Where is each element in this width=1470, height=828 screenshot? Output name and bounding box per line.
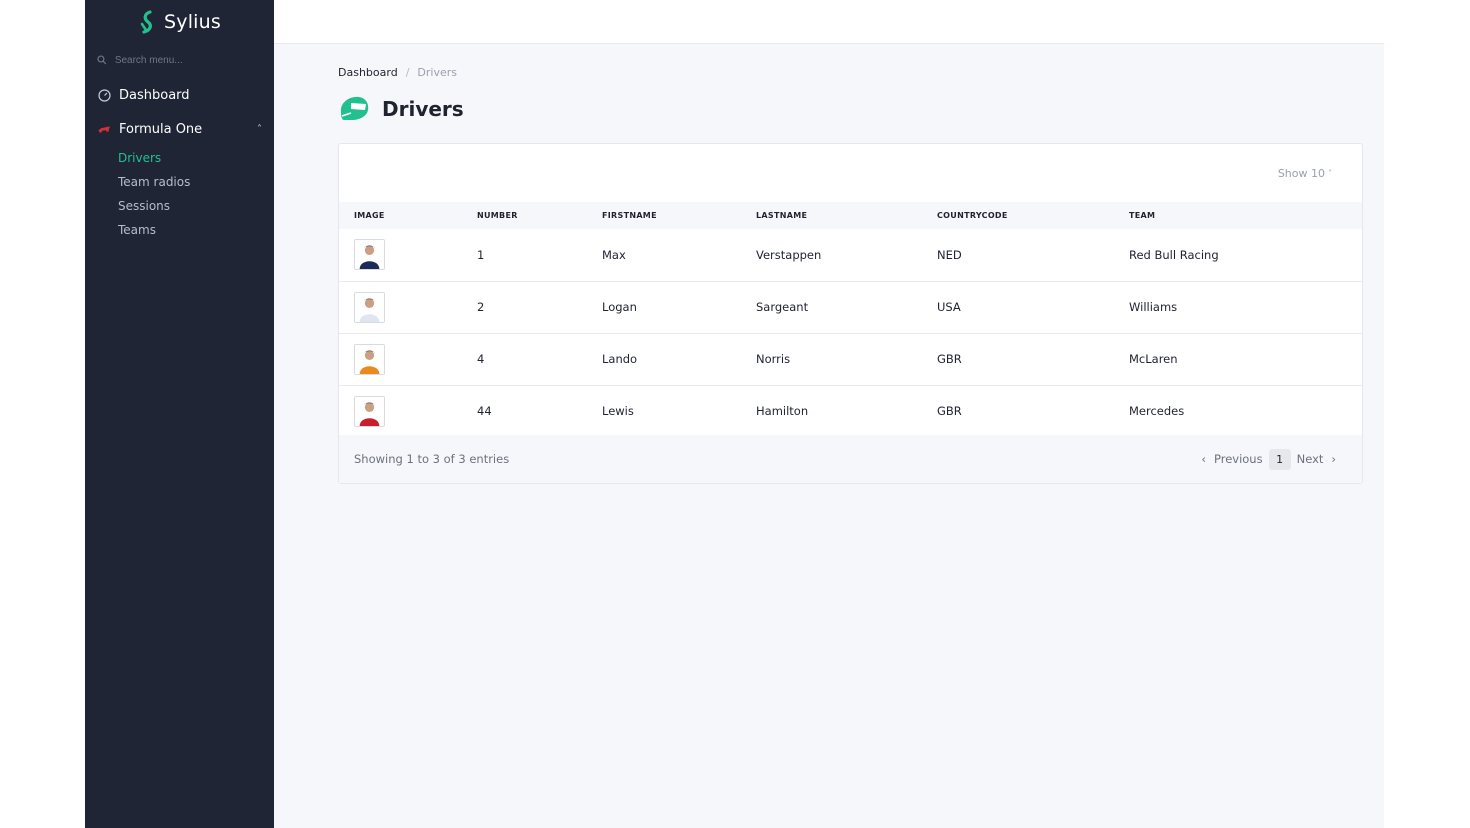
- driver-photo: [354, 239, 385, 271]
- driver-firstname: Max: [602, 247, 626, 262]
- column-header-lastname[interactable]: LASTNAME: [741, 202, 922, 229]
- chevron-right-icon[interactable]: ›: [1329, 452, 1338, 466]
- sidebar-item-sessions[interactable]: Sessions: [118, 194, 274, 218]
- items-per-page-label: Show 10: [1277, 167, 1325, 180]
- driver-countrycode: NED: [937, 247, 962, 262]
- driver-number: 1: [477, 247, 485, 262]
- driver-countrycode: GBR: [937, 404, 962, 419]
- chevron-up-icon[interactable]: ˄: [257, 124, 262, 135]
- sidebar-item-label: Dashboard: [119, 87, 190, 103]
- column-header-firstname[interactable]: FIRSTNAME: [587, 202, 741, 229]
- sidebar-item-formula-one[interactable]: Formula One ˄: [85, 112, 274, 146]
- drivers-grid-card: Show 10 ˅ IMAGE NUMBER FIRSTNAME LASTNAM…: [338, 143, 1363, 484]
- chevron-down-icon: ˅: [1328, 169, 1332, 178]
- f1-car-icon: [97, 122, 111, 136]
- driver-photo: [354, 291, 385, 323]
- helmet-icon: [340, 96, 369, 120]
- app-shell: Sylius Dashboard: [85, 0, 1384, 828]
- driver-countrycode: GBR: [937, 352, 962, 366]
- table-header-row: IMAGE NUMBER FIRSTNAME LASTNAME COUNTRYC…: [339, 202, 1362, 229]
- grid-footer: Showing 1 to 3 of 3 entries ‹ Previous 1…: [339, 435, 1362, 483]
- driver-lastname: Verstappen: [756, 247, 822, 262]
- sidebar-item-teams[interactable]: Teams: [118, 218, 274, 242]
- driver-countrycode: USA: [937, 300, 961, 314]
- driver-image-cell: [339, 385, 462, 437]
- dashboard-icon: [97, 88, 111, 102]
- driver-lastname: Hamilton: [756, 404, 809, 419]
- table-row[interactable]: 44 Lewis Hamilton GBR Mercedes: [339, 385, 1362, 437]
- driver-number: 44: [477, 404, 492, 419]
- column-header-number[interactable]: NUMBER: [462, 202, 587, 229]
- table-body: 1 Max Verstappen NED Red Bull Racing 2 Logan Sa…: [339, 229, 1362, 437]
- drivers-table: IMAGE NUMBER FIRSTNAME LASTNAME COUNTRYC…: [339, 202, 1362, 437]
- driver-image-cell: [339, 281, 462, 333]
- previous-page-button[interactable]: Previous: [1212, 452, 1265, 466]
- sidebar-item-team-radios[interactable]: Team radios: [118, 170, 274, 194]
- driver-firstname: Logan: [602, 300, 637, 314]
- pagination: ‹ Previous 1 Next ›: [1199, 448, 1338, 470]
- page-number-button[interactable]: 1: [1268, 448, 1291, 470]
- breadcrumb-separator: /: [405, 66, 410, 79]
- chevron-left-icon[interactable]: ‹: [1199, 452, 1208, 466]
- breadcrumb-home[interactable]: Dashboard: [338, 66, 398, 79]
- next-page-button[interactable]: Next: [1295, 452, 1326, 466]
- table-row[interactable]: 4 Lando Norris GBR McLaren: [339, 333, 1362, 385]
- brand[interactable]: Sylius: [85, 0, 274, 44]
- driver-photo: [354, 343, 385, 375]
- table-row[interactable]: 2 Logan Sargeant USA Williams: [339, 281, 1362, 333]
- items-per-page-select[interactable]: Show 10 ˅: [1278, 167, 1332, 180]
- driver-team: Williams: [1129, 300, 1178, 314]
- main-content: Dashboard / Drivers Drivers Show 10 ˅ IM…: [274, 0, 1384, 828]
- table-row[interactable]: 1 Max Verstappen NED Red Bull Racing: [339, 229, 1362, 281]
- page-header: Drivers: [338, 94, 464, 124]
- sidebar-item-label: Formula One: [119, 121, 203, 137]
- driver-team: Mercedes: [1129, 404, 1185, 419]
- breadcrumb-current: Drivers: [417, 66, 457, 79]
- sidebar: Sylius Dashboard: [85, 0, 274, 828]
- driver-image-cell: [339, 229, 462, 281]
- grid-toolbar: Show 10 ˅: [339, 144, 1362, 202]
- top-bar: [274, 0, 1384, 44]
- driver-team: McLaren: [1129, 352, 1178, 366]
- driver-image-cell: [339, 333, 462, 385]
- search-menu-input[interactable]: [114, 54, 262, 66]
- brand-name: Sylius: [163, 11, 221, 33]
- driver-photo: [354, 395, 385, 427]
- entries-summary: Showing 1 to 3 of 3 entries: [354, 452, 510, 466]
- driver-firstname: Lando: [602, 352, 638, 366]
- driver-lastname: Norris: [756, 352, 791, 366]
- driver-lastname: Sargeant: [756, 300, 809, 314]
- breadcrumb: Dashboard / Drivers: [338, 66, 457, 79]
- formula-one-submenu: Drivers Team radios Sessions Teams: [85, 146, 274, 242]
- sidebar-search: [85, 44, 274, 76]
- driver-firstname: Lewis: [602, 404, 634, 419]
- sylius-logo-icon: [140, 10, 152, 34]
- search-icon: [97, 55, 107, 65]
- column-header-team[interactable]: TEAM: [1114, 202, 1362, 229]
- driver-team: Red Bull Racing: [1129, 247, 1219, 262]
- sidebar-item-drivers[interactable]: Drivers: [118, 146, 274, 170]
- driver-number: 4: [477, 352, 485, 366]
- page-title: Drivers: [382, 97, 464, 121]
- column-header-countrycode[interactable]: COUNTRYCODE: [922, 202, 1114, 229]
- driver-number: 2: [477, 300, 485, 314]
- column-header-image[interactable]: IMAGE: [339, 202, 462, 229]
- sidebar-item-dashboard[interactable]: Dashboard: [85, 78, 274, 112]
